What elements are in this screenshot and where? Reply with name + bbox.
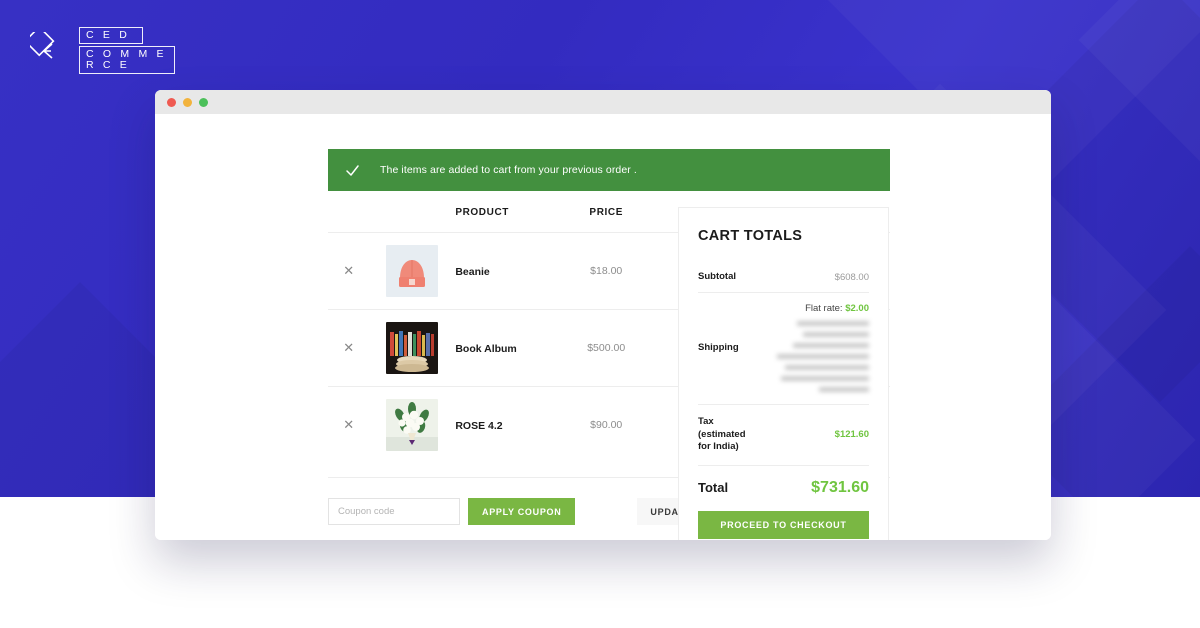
browser-titlebar	[155, 90, 1051, 114]
product-price: $90.00	[590, 419, 623, 431]
product-name[interactable]: Book Album	[455, 343, 516, 355]
window-minimize-button[interactable]	[183, 97, 192, 107]
product-name-cell: Beanie	[455, 232, 564, 310]
col-remove	[328, 207, 370, 233]
page-root: C E D C O M M E R C E The items are adde…	[0, 0, 1200, 628]
thumb-cell	[369, 309, 456, 387]
tax-label-line2: (estimated	[698, 428, 746, 440]
success-notice: The items are added to cart from your pr…	[328, 149, 890, 191]
cart-totals-title: CART TOTALS	[698, 228, 803, 244]
total-label: Total	[698, 480, 729, 495]
subtotal-label: Subtotal	[698, 271, 736, 282]
brand-line-ced: C E D	[79, 27, 143, 44]
beanie-hat-thumbnail[interactable]	[386, 245, 439, 297]
tax-label-line1: Tax	[698, 416, 714, 427]
brand-line-commerce: C O M M E R C E	[79, 46, 175, 74]
remove-item-x-icon[interactable]: ✕	[342, 341, 356, 355]
tax-value: $121.60	[834, 429, 869, 441]
browser-window: The items are added to cart from your pr…	[155, 90, 1051, 540]
remove-cell: ✕	[328, 232, 370, 310]
shipping-row: Shipping Flat rate: $2.00	[698, 292, 869, 404]
tax-label: Tax (estimated for India)	[698, 416, 768, 454]
remove-item-x-icon[interactable]: ✕	[342, 264, 356, 278]
flat-rate-line: Flat rate: $2.00	[760, 303, 869, 314]
shipping-label: Shipping	[698, 342, 739, 353]
product-name[interactable]: Beanie	[455, 266, 489, 278]
total-row: Total $731.60	[698, 464, 869, 511]
tax-row: Tax (estimated for India) $121.60	[698, 404, 869, 465]
remove-cell: ✕	[328, 386, 370, 463]
cart-totals-panel: CART TOTALS Subtotal $608.00 Shipping Fl…	[678, 207, 889, 540]
product-name-cell: Book Album	[455, 309, 564, 387]
brand-wordmark: C E D C O M M E R C E	[79, 27, 175, 74]
flat-rate-value: $2.00	[845, 303, 869, 314]
price-cell: $90.00	[563, 386, 650, 463]
coupon-code-input[interactable]	[328, 498, 460, 525]
rose-bouquet-thumbnail[interactable]	[386, 399, 439, 451]
brand-logo: C E D C O M M E R C E	[23, 25, 175, 74]
proceed-to-checkout-button[interactable]: PROCEED TO CHECKOUT	[698, 510, 869, 539]
total-value: $731.60	[811, 478, 869, 496]
apply-coupon-button[interactable]: APPLY COUPON	[468, 498, 576, 525]
thumb-cell	[369, 232, 456, 310]
window-close-button[interactable]	[167, 97, 176, 107]
remove-cell: ✕	[328, 309, 370, 387]
remove-item-x-icon[interactable]: ✕	[342, 418, 356, 432]
subtotal-value: $608.00	[834, 271, 869, 283]
shipping-details: Flat rate: $2.00	[760, 303, 869, 392]
product-name-cell: ROSE 4.2	[455, 386, 564, 463]
product-price: $18.00	[590, 265, 623, 277]
window-maximize-button[interactable]	[199, 97, 208, 107]
shipping-address-obscured	[760, 321, 869, 392]
price-cell: $18.00	[563, 232, 650, 310]
col-price: PRICE	[589, 207, 623, 218]
col-product: PRODUCT	[455, 207, 509, 218]
check-icon	[345, 163, 360, 178]
success-notice-text: The items are added to cart from your pr…	[380, 164, 637, 176]
product-name[interactable]: ROSE 4.2	[455, 420, 502, 432]
col-image	[370, 207, 456, 233]
price-cell: $500.00	[563, 309, 650, 387]
thumb-cell	[369, 386, 456, 463]
subtotal-row: Subtotal $608.00	[698, 262, 869, 292]
flat-rate-label: Flat rate:	[805, 303, 843, 314]
product-price: $500.00	[587, 342, 626, 354]
ced-diamond-logo-icon	[23, 25, 68, 70]
page-content: The items are added to cart from your pr…	[155, 114, 1051, 540]
book-album-thumbnail[interactable]	[386, 322, 439, 374]
tax-label-line3: for India)	[698, 441, 739, 452]
